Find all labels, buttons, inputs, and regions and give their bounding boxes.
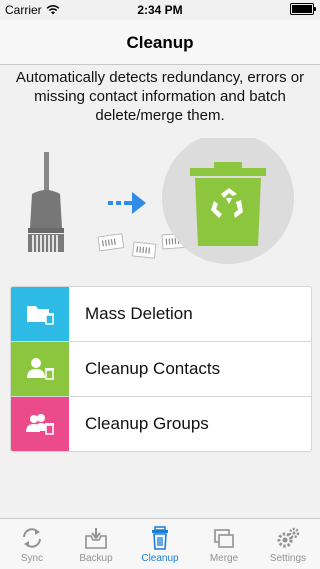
tab-settings[interactable]: Settings bbox=[256, 519, 320, 569]
tab-backup[interactable]: Backup bbox=[64, 519, 128, 569]
cleanup-menu: Mass Deletion Cleanup Contacts Cleanup G… bbox=[10, 286, 312, 452]
contact-cards-icon bbox=[97, 232, 188, 259]
backup-icon bbox=[85, 528, 107, 549]
sync-icon bbox=[23, 528, 41, 548]
tab-label-backup: Backup bbox=[79, 553, 113, 564]
battery-icon bbox=[290, 3, 316, 15]
page-title: Cleanup bbox=[126, 33, 194, 52]
tab-label-merge: Merge bbox=[209, 553, 239, 564]
tab-cleanup[interactable]: Cleanup bbox=[128, 519, 192, 569]
menu-label-cleanup-contacts: Cleanup Contacts bbox=[85, 359, 221, 378]
contact-delete-icon bbox=[11, 342, 69, 396]
cleanup-illustration bbox=[28, 138, 294, 264]
tab-label-settings: Settings bbox=[269, 553, 307, 564]
broom-icon bbox=[28, 152, 64, 252]
tab-label-cleanup: Cleanup bbox=[141, 553, 179, 564]
recycle-bin-icon bbox=[190, 162, 266, 246]
tab-bar: Sync Backup Cleanup Merge Settings bbox=[0, 518, 320, 569]
navigation-bar: Cleanup bbox=[0, 20, 320, 65]
battery-area bbox=[290, 3, 316, 15]
merge-icon bbox=[214, 529, 234, 548]
tab-label-sync: Sync bbox=[20, 553, 44, 564]
menu-item-cleanup-contacts[interactable]: Cleanup Contacts bbox=[11, 342, 311, 397]
menu-label-cleanup-groups: Cleanup Groups bbox=[85, 414, 209, 433]
group-delete-icon bbox=[11, 397, 69, 451]
folder-delete-icon bbox=[11, 287, 69, 341]
tab-sync[interactable]: Sync bbox=[0, 519, 64, 569]
gear-icon bbox=[277, 527, 300, 548]
trash-icon bbox=[152, 526, 168, 550]
arrow-right-icon bbox=[108, 192, 146, 214]
menu-item-mass-deletion[interactable]: Mass Deletion bbox=[11, 287, 311, 342]
description-text: Automatically detects redundancy, errors… bbox=[15, 69, 305, 124]
clock: 2:34 PM bbox=[137, 3, 183, 17]
status-bar: Carrier 2:34 PM bbox=[0, 0, 320, 20]
menu-item-cleanup-groups[interactable]: Cleanup Groups bbox=[11, 397, 311, 451]
tab-merge[interactable]: Merge bbox=[192, 519, 256, 569]
menu-label-mass-deletion: Mass Deletion bbox=[85, 304, 193, 323]
